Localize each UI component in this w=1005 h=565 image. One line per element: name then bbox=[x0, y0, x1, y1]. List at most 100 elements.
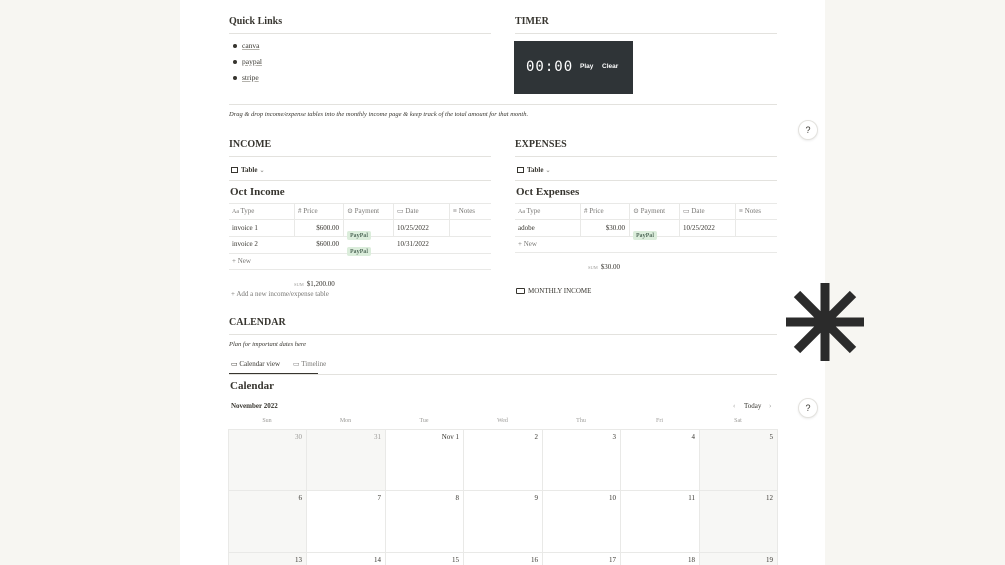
weekday-label: Sun bbox=[262, 418, 272, 424]
add-table-button[interactable]: + Add a new income/expense table bbox=[231, 290, 329, 298]
timeline-icon: ▭ bbox=[293, 360, 302, 368]
sum-value: $1,200.00 bbox=[306, 280, 335, 288]
calendar-day[interactable]: 17 bbox=[542, 556, 616, 564]
divider bbox=[229, 203, 491, 204]
calendar-day[interactable]: 11 bbox=[620, 494, 695, 502]
income-sum: SUM $1,200.00 bbox=[294, 273, 335, 291]
table-cell[interactable]: $30.00 bbox=[580, 224, 625, 232]
calendar-day[interactable]: 10 bbox=[542, 494, 616, 502]
new-label: New bbox=[523, 240, 537, 248]
divider bbox=[777, 429, 778, 565]
help-button[interactable]: ? bbox=[798, 398, 818, 418]
weekday-label: Wed bbox=[497, 418, 508, 424]
column-header-price[interactable]: # Price bbox=[298, 207, 318, 215]
column-header-payment[interactable]: ⊙ Payment bbox=[633, 207, 665, 215]
clear-button[interactable]: Clear bbox=[602, 63, 618, 70]
link-canva[interactable]: canva bbox=[242, 41, 260, 50]
column-header-type[interactable]: Aa Type bbox=[232, 207, 254, 215]
view-label: Table bbox=[527, 166, 544, 174]
payment-badge[interactable]: PayPal bbox=[347, 240, 372, 258]
table-cell[interactable]: 10/25/2022 bbox=[683, 224, 715, 232]
calendar-day[interactable]: 18 bbox=[620, 556, 695, 564]
table-cell[interactable]: invoice 2 bbox=[232, 240, 258, 248]
column-header-date[interactable]: ▭ Date bbox=[683, 207, 705, 215]
add-table-label: Add a new income/expense table bbox=[236, 290, 329, 298]
expenses-view-tab[interactable]: Table ⌄ bbox=[517, 166, 551, 174]
divider bbox=[229, 374, 777, 375]
expenses-table-title: Oct Expenses bbox=[516, 186, 580, 198]
table-cell[interactable]: $600.00 bbox=[294, 224, 339, 232]
calendar-month: November 2022 bbox=[231, 402, 278, 410]
play-button[interactable]: Play bbox=[580, 63, 593, 70]
column-header-notes[interactable]: ≡ Notes bbox=[453, 207, 475, 215]
calendar-day[interactable]: 15 bbox=[385, 556, 459, 564]
calendar-day[interactable]: 19 bbox=[699, 556, 773, 564]
link-paypal[interactable]: paypal bbox=[242, 57, 262, 66]
expenses-sum: SUM $30.00 bbox=[588, 256, 620, 274]
calendar-day[interactable]: 31 bbox=[306, 433, 381, 441]
table-cell[interactable]: adobe bbox=[518, 224, 535, 232]
divider bbox=[629, 203, 630, 236]
column-header-payment[interactable]: ⊙ Payment bbox=[347, 207, 379, 215]
tab-timeline[interactable]: ▭ Timeline bbox=[293, 360, 326, 368]
divider bbox=[229, 219, 491, 220]
link-stripe[interactable]: stripe bbox=[242, 73, 259, 82]
badge-label: PayPal bbox=[633, 231, 658, 240]
bullet bbox=[233, 76, 237, 80]
monthly-income-label: MONTHLY INCOME bbox=[528, 287, 592, 295]
divider bbox=[228, 552, 777, 553]
help-button[interactable]: ? bbox=[798, 120, 818, 140]
expenses-title: EXPENSES bbox=[515, 139, 567, 150]
text-property-icon: Aa bbox=[518, 209, 527, 215]
table-cell[interactable]: $600.00 bbox=[294, 240, 339, 248]
column-label: Type bbox=[240, 207, 255, 215]
weekday-label: Fri bbox=[655, 418, 663, 424]
calendar-day[interactable]: 4 bbox=[620, 433, 696, 441]
quick-links-title: Quick Links bbox=[229, 16, 283, 27]
select-icon: ⊙ bbox=[347, 207, 355, 215]
calendar-day[interactable]: 8 bbox=[385, 494, 460, 502]
monthly-income-link[interactable]: MONTHLY INCOME bbox=[516, 287, 591, 295]
calendar-day[interactable]: 14 bbox=[306, 556, 381, 564]
table-cell[interactable]: 10/25/2022 bbox=[397, 224, 429, 232]
calendar-day[interactable]: 2 bbox=[463, 433, 539, 441]
calendar-day[interactable]: Nov 1 bbox=[385, 433, 459, 441]
new-row-button[interactable]: + New bbox=[232, 257, 251, 265]
column-label: Payment bbox=[354, 207, 380, 215]
calendar-day[interactable]: 30 bbox=[228, 433, 302, 441]
badge-label: PayPal bbox=[347, 247, 372, 256]
calendar-day[interactable]: 9 bbox=[463, 494, 539, 502]
calendar-day[interactable]: 3 bbox=[542, 433, 617, 441]
weekday-label: Thu bbox=[576, 418, 586, 424]
calendar-day[interactable]: 5 bbox=[699, 433, 774, 441]
payment-badge[interactable]: PayPal bbox=[633, 224, 658, 242]
table-cell[interactable]: invoice 1 bbox=[232, 224, 258, 232]
prev-month-icon[interactable]: ‹ bbox=[733, 402, 735, 410]
divider bbox=[228, 429, 777, 430]
today-button[interactable]: Today bbox=[744, 402, 761, 410]
divider bbox=[515, 156, 777, 157]
column-header-price[interactable]: # Price bbox=[584, 207, 604, 215]
income-table-title: Oct Income bbox=[230, 186, 285, 198]
new-row-button[interactable]: + New bbox=[518, 240, 537, 248]
calendar-day[interactable]: 12 bbox=[699, 494, 773, 502]
column-header-type[interactable]: Aa Type bbox=[518, 207, 540, 215]
divider bbox=[229, 33, 491, 34]
column-header-date[interactable]: ▭ Date bbox=[397, 207, 419, 215]
next-month-icon[interactable]: › bbox=[769, 402, 771, 410]
page: Quick Links canva paypal stripe TIMER 00… bbox=[180, 0, 825, 565]
calendar-day[interactable]: 16 bbox=[463, 556, 538, 564]
income-view-tab[interactable]: Table ⌄ bbox=[231, 166, 265, 174]
weekday-label: Mon bbox=[339, 418, 352, 424]
calendar-day[interactable]: 6 bbox=[228, 494, 303, 502]
sum-label: SUM bbox=[294, 282, 304, 287]
tab-calendar-view[interactable]: ▭ Calendar view bbox=[231, 360, 280, 368]
table-cell[interactable]: 10/31/2022 bbox=[397, 240, 429, 248]
column-label: Price bbox=[303, 207, 318, 215]
calendar-day[interactable]: 13 bbox=[228, 556, 302, 564]
calendar-day[interactable]: 7 bbox=[306, 494, 382, 502]
divider bbox=[229, 180, 491, 181]
column-header-notes[interactable]: ≡ Notes bbox=[739, 207, 761, 215]
divider bbox=[735, 203, 736, 236]
divider bbox=[228, 490, 777, 491]
